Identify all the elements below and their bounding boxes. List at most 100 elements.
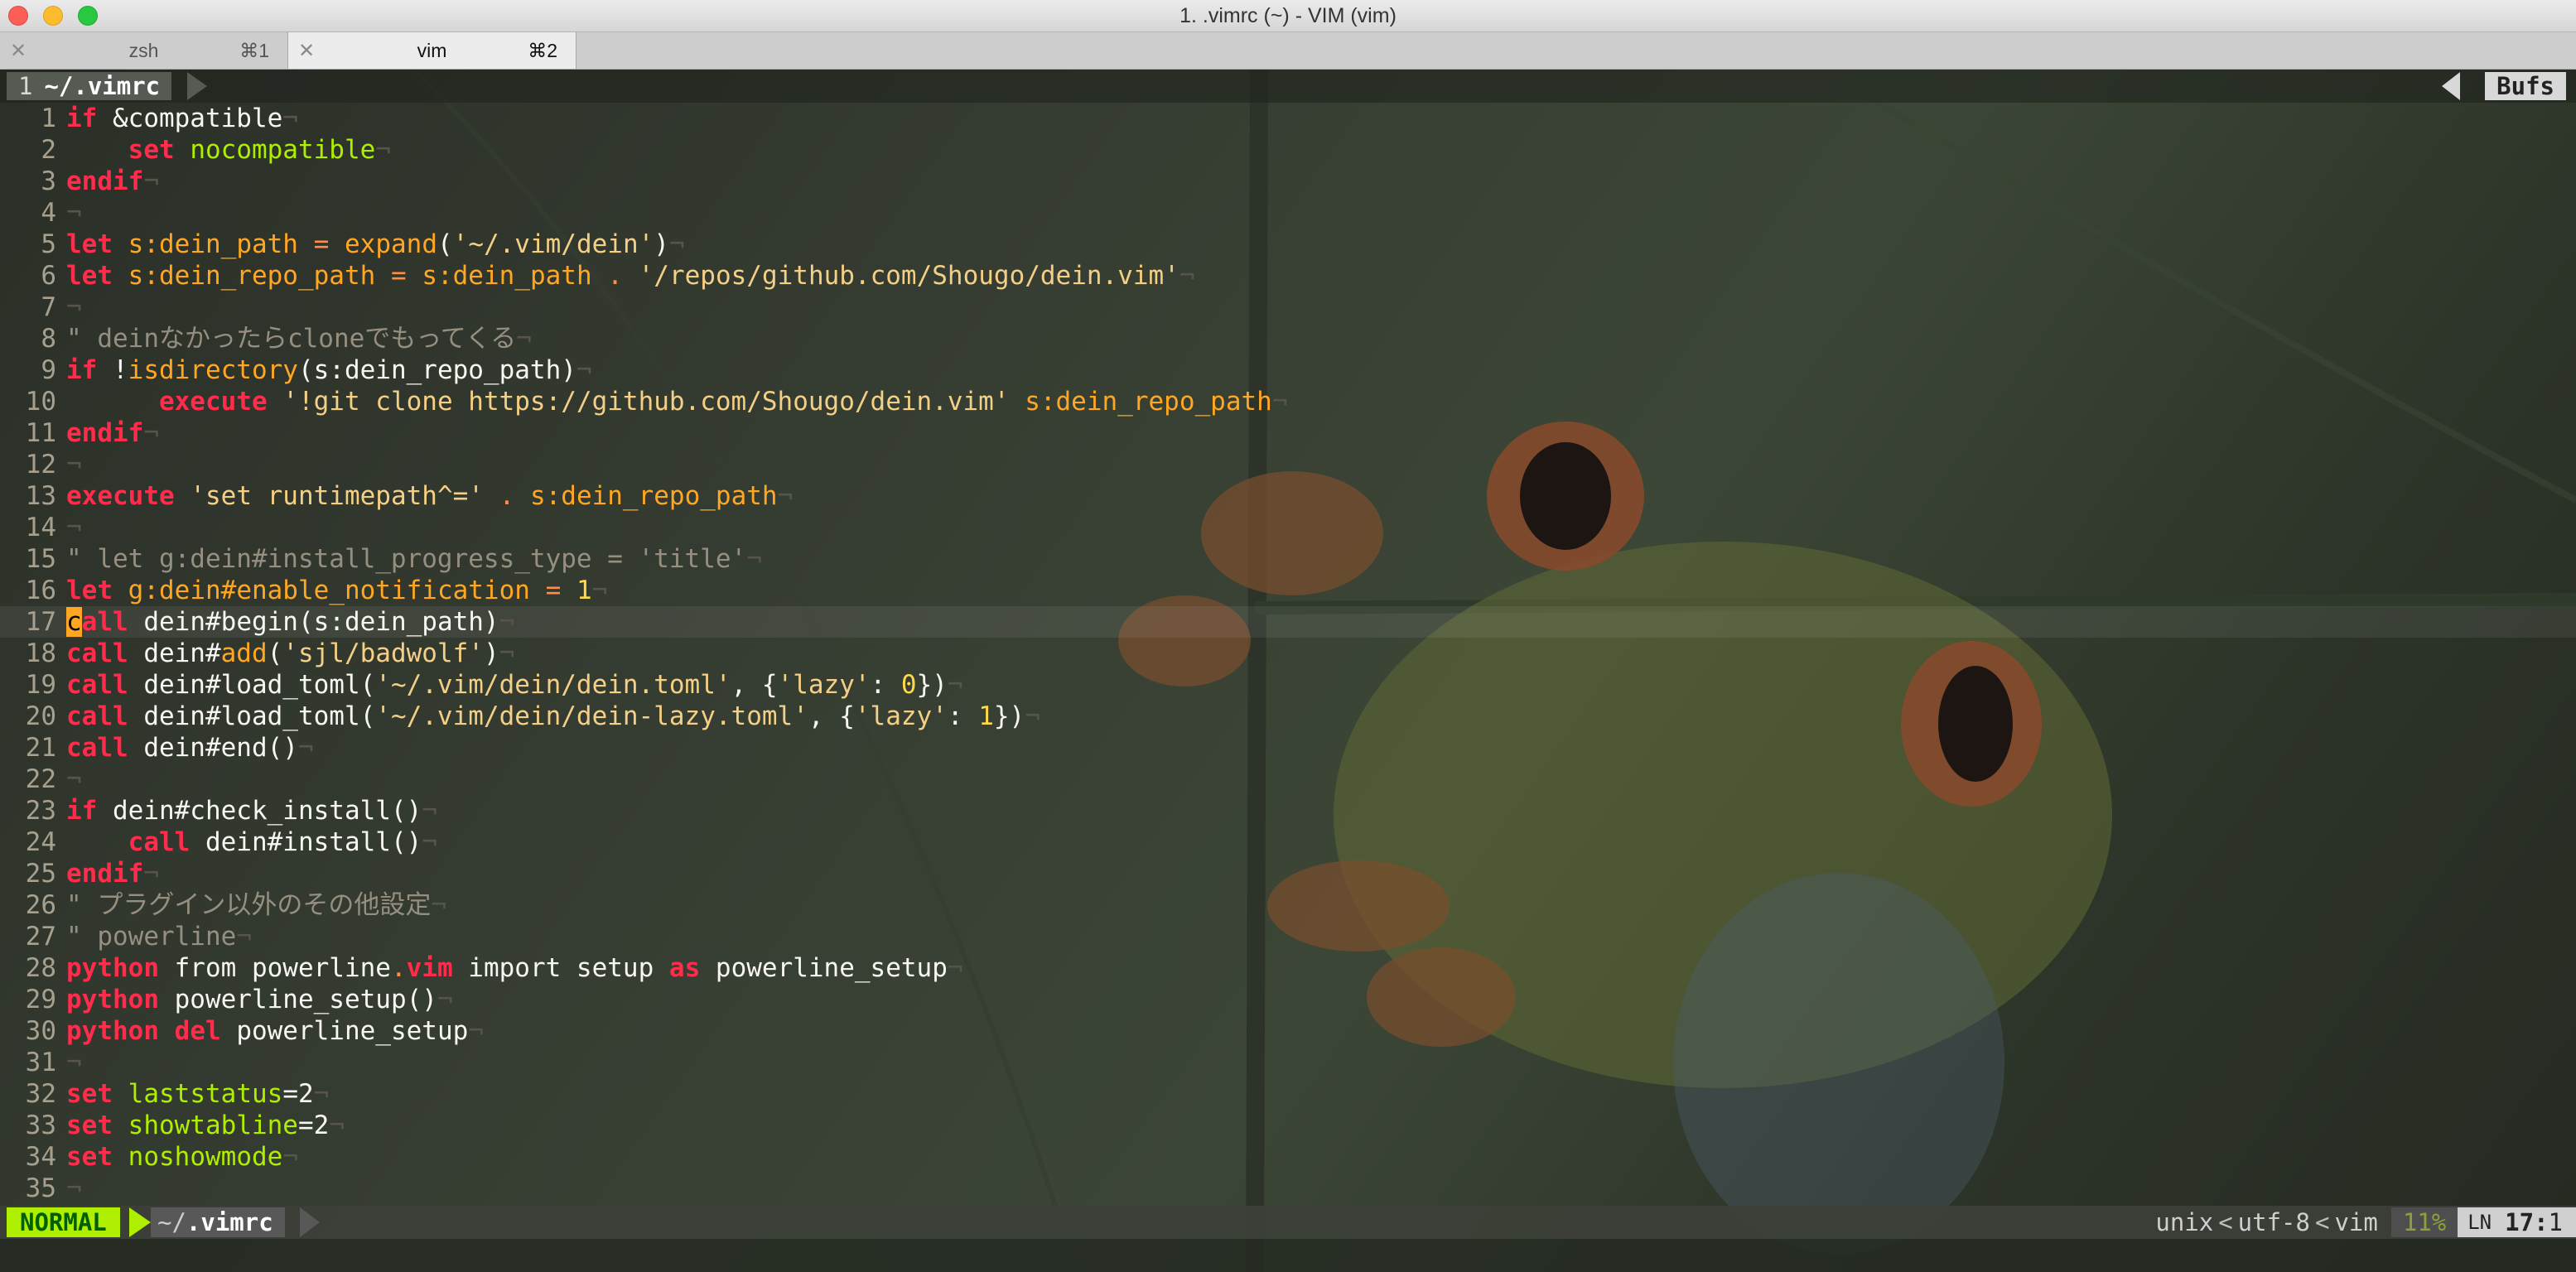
code-token: !	[97, 355, 128, 385]
code-line[interactable]: 33 set showtabline=2¬	[0, 1110, 345, 1141]
code-token: set	[66, 1142, 113, 1172]
code-line[interactable]: 14 ¬	[0, 512, 82, 543]
line-number: 31	[25, 1048, 56, 1077]
status-file-segment: ~/.vimrc	[151, 1207, 285, 1237]
cursor-position: 17:1	[2492, 1207, 2576, 1237]
code-token: set	[66, 1111, 113, 1140]
window-titlebar: 1. .vimrc (~) - VIM (vim)	[0, 0, 2576, 32]
line-number: 30	[25, 1016, 56, 1046]
eol-marker: ¬	[282, 1142, 298, 1172]
code-line[interactable]: 15 " let g:dein#install_progress_type = '…	[0, 543, 762, 575]
code-line[interactable]: 13 execute 'set runtimepath^=' . s:dein_r…	[0, 480, 794, 512]
code-line[interactable]: 26 " プラグイン以外のその他設定¬	[0, 889, 446, 921]
code-line[interactable]: 6 let s:dein_repo_path = s:dein_path . '/…	[0, 260, 1194, 292]
line-number: 19	[25, 670, 56, 700]
eol-marker: ¬	[66, 198, 82, 228]
code-token: call	[66, 670, 128, 700]
command-line[interactable]	[0, 1239, 2576, 1272]
eol-marker: ¬	[499, 607, 515, 637]
line-number: 23	[25, 796, 56, 826]
code-token: =	[313, 229, 330, 259]
code-line[interactable]: 35 ¬	[0, 1173, 82, 1204]
code-line[interactable]: 16 let g:dein#enable_notification = 1¬	[0, 575, 608, 606]
line-number: 4	[41, 198, 56, 228]
code-line[interactable]: 19 call dein#load_toml('~/.vim/dein/dein.…	[0, 669, 963, 701]
code-line[interactable]: 23 if dein#check_install()¬	[0, 795, 437, 826]
code-line[interactable]: 11 endif¬	[0, 417, 159, 449]
code-line[interactable]: 20 call dein#load_toml('~/.vim/dein/dein-…	[0, 701, 1040, 732]
code-token: '/repos/github.com/Shougo/dein.vim'	[638, 261, 1179, 291]
code-line[interactable]: 27 " powerline¬	[0, 921, 252, 952]
line-number: 20	[25, 701, 56, 731]
tab-vim[interactable]: ✕ vim ⌘2	[288, 32, 576, 69]
code-token: 1	[576, 576, 592, 605]
code-line[interactable]: 24 call dein#install()¬	[0, 826, 437, 858]
eol-marker: ¬	[422, 796, 437, 826]
code-token: from powerline	[158, 953, 391, 983]
tab-shortcut: ⌘1	[239, 40, 269, 61]
eol-marker: ¬	[329, 1111, 345, 1140]
code-token: vim	[406, 953, 453, 983]
eol-marker: ¬	[66, 1173, 82, 1203]
code-token: (	[267, 638, 283, 668]
code-token: (	[437, 229, 453, 259]
line-number: 33	[25, 1111, 56, 1140]
code-line[interactable]: 34 set noshowmode¬	[0, 1141, 298, 1173]
code-line[interactable]: 1 if &compatible¬	[0, 103, 298, 134]
code-token: import setup	[452, 953, 669, 983]
code-line[interactable]: 4 ¬	[0, 197, 82, 229]
code-line[interactable]: 8 " deinなかったらcloneでもってくる¬	[0, 323, 532, 354]
code-token: python	[66, 985, 159, 1014]
code-line[interactable]: 31 ¬	[0, 1047, 82, 1078]
code-token: })	[916, 670, 948, 700]
line-number: 9	[41, 355, 56, 385]
code-token: 'set runtimepath^='	[190, 481, 484, 511]
code-line[interactable]: 12 ¬	[0, 449, 82, 480]
code-token: g:dein#enable_notification	[128, 576, 530, 605]
terminal-view[interactable]: 1 ~/.vimrc Bufs 1 if &compatible¬ 2 set noc…	[0, 70, 2576, 1272]
code-token: set	[66, 1079, 113, 1109]
eol-marker: ¬	[375, 135, 391, 165]
code-line[interactable]: 9 if !isdirectory(s:dein_repo_path)¬	[0, 354, 591, 386]
eol-marker: ¬	[468, 1016, 484, 1046]
code-token: powerline_setup()	[158, 985, 437, 1014]
tab-zsh[interactable]: ✕ zsh ⌘1	[0, 32, 288, 69]
code-line[interactable]: 18 call dein#add('sjl/badwolf')¬	[0, 638, 515, 669]
eol-marker: ¬	[297, 733, 314, 763]
code-token: :	[947, 701, 979, 731]
tab-shortcut: ⌘2	[528, 40, 557, 61]
code-line[interactable]: 10 execute '!git clone https://github.co…	[0, 386, 1288, 417]
code-token: " プラグイン以外のその他設定	[66, 890, 432, 920]
code-line[interactable]: 32 set laststatus=2¬	[0, 1078, 330, 1110]
code-line[interactable]: 25 endif¬	[0, 858, 159, 889]
buffer-tab-vimrc[interactable]: 1 ~/.vimrc	[7, 72, 172, 100]
code-token: .	[390, 953, 407, 983]
line-number: 22	[25, 764, 56, 794]
code-token: dein#check_install()	[97, 796, 422, 826]
code-line[interactable]: 22 ¬	[0, 764, 82, 795]
line-number: 26	[25, 890, 56, 920]
code-token: execute	[66, 481, 175, 511]
code-token: execute	[158, 387, 268, 417]
code-line[interactable]: 17 call dein#begin(s:dein_path)¬	[0, 606, 514, 638]
code-token: python	[66, 1016, 159, 1046]
code-line[interactable]: 2 set nocompatible¬	[0, 134, 391, 166]
text-cursor: c	[66, 607, 82, 637]
code-line[interactable]: 7 ¬	[0, 292, 81, 323]
code-line[interactable]: 3 endif¬	[0, 166, 159, 197]
file-encoding: utf-8	[2237, 1208, 2310, 1236]
code-token: dein#	[128, 638, 221, 668]
code-line[interactable]: 29 python powerline_setup()¬	[0, 984, 453, 1015]
code-line[interactable]: 28 python from powerline.vim import setup…	[0, 952, 963, 984]
code-line[interactable]: 21 call dein#end()¬	[0, 732, 314, 764]
line-number: 18	[25, 638, 56, 668]
code-line[interactable]: 5 let s:dein_path = expand('~/.vim/dein')…	[0, 229, 684, 260]
code-line[interactable]: 30 python del powerline_setup¬	[0, 1015, 484, 1047]
eol-marker: ¬	[143, 859, 159, 889]
